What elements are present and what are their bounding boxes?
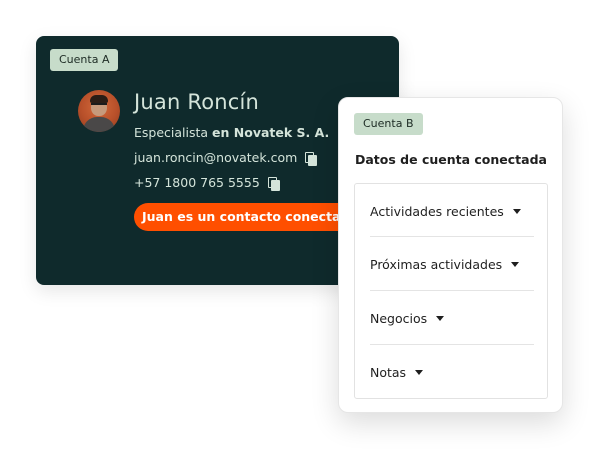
accordion-item-deals[interactable]: Negocios	[355, 291, 547, 345]
connected-contact-button[interactable]: Juan es un contacto conectado	[134, 203, 364, 231]
accordion-item-notes[interactable]: Notas	[355, 345, 547, 399]
accordion-item-label: Próximas actividades	[370, 256, 503, 272]
stage: Cuenta A Juan Roncín Especialista en Nov…	[0, 0, 600, 451]
contact-email: juan.roncin@novatek.com	[134, 150, 298, 165]
contact-phone: +57 1800 765 5555	[134, 175, 260, 190]
accordion-item-upcoming-activities[interactable]: Próximas actividades	[355, 237, 547, 291]
accordion-item-recent-activities[interactable]: Actividades recientes	[355, 184, 547, 238]
role-prefix: Especialista	[134, 125, 213, 140]
contact-role: Especialista en Novatek S. A.	[134, 125, 329, 140]
chevron-down-icon	[511, 261, 520, 267]
account-b-badge: Cuenta B	[354, 113, 423, 135]
chevron-down-icon	[415, 369, 424, 375]
sections-accordion: Actividades recientes Próximas actividad…	[354, 183, 548, 399]
contact-name: Juan Roncín	[134, 90, 260, 114]
chevron-down-icon	[512, 208, 521, 214]
copy-icon[interactable]	[267, 176, 280, 191]
chevron-down-icon	[436, 315, 445, 321]
accordion-item-label: Actividades recientes	[370, 203, 504, 219]
account-a-badge: Cuenta A	[50, 49, 119, 71]
phone-row: +57 1800 765 5555	[134, 175, 280, 191]
accordion-item-label: Notas	[370, 364, 407, 380]
role-company: en Novatek S. A.	[212, 125, 330, 140]
account-b-card: Cuenta B Datos de cuenta conectada Activ…	[338, 97, 563, 413]
accordion-item-label: Negocios	[370, 310, 428, 326]
avatar	[78, 90, 120, 132]
card-title: Datos de cuenta conectada	[355, 152, 547, 167]
copy-icon[interactable]	[305, 151, 318, 166]
email-row: juan.roncin@novatek.com	[134, 150, 318, 166]
